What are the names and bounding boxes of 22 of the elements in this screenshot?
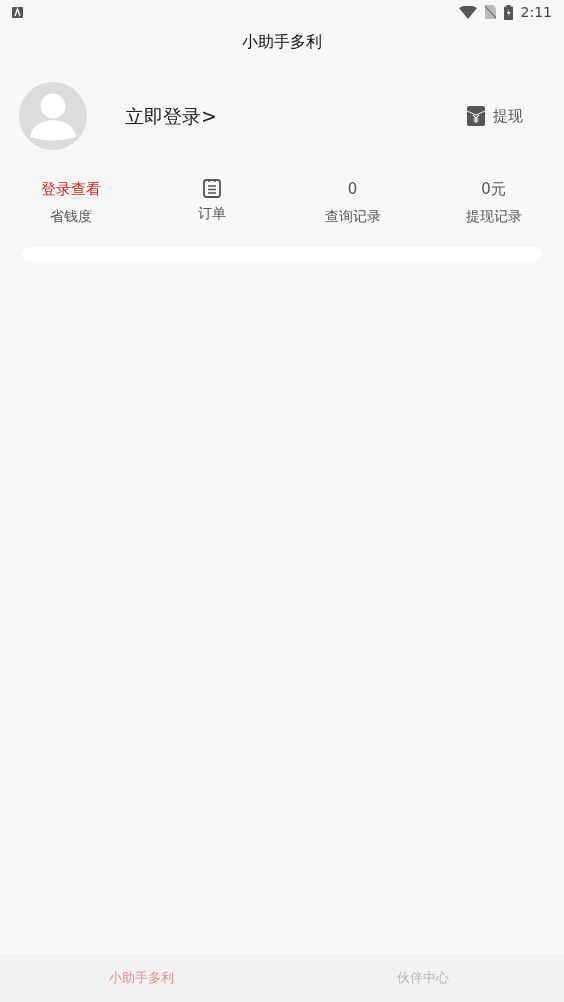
- stat-value: 0: [347, 179, 358, 200]
- clipboard-icon: [202, 178, 221, 198]
- withdraw-button[interactable]: 提现: [467, 104, 523, 128]
- no-sim-icon: [484, 5, 496, 19]
- stat-item[interactable]: 订单: [141, 178, 282, 227]
- login-link[interactable]: 立即登录>: [125, 101, 217, 131]
- stat-label: 提现记录: [465, 206, 522, 226]
- stat-value: 登录查看: [40, 179, 101, 200]
- wallet-icon: [467, 106, 485, 126]
- stat-label: 省钱度: [49, 206, 92, 226]
- battery-icon: [503, 4, 513, 20]
- stat-item[interactable]: 登录查看 省钱度: [0, 178, 141, 227]
- stat-item[interactable]: 0 查询记录: [282, 178, 423, 227]
- page-title: 小助手多利: [242, 31, 322, 53]
- stat-value: 0元: [481, 179, 506, 200]
- notification-icon: [12, 6, 23, 18]
- avatar-icon: [19, 82, 87, 150]
- stat-item[interactable]: 0元 提现记录: [423, 178, 564, 227]
- stat-label: 查询记录: [324, 206, 381, 226]
- status-time: 2:11: [520, 2, 552, 22]
- stat-label: 订单: [197, 204, 226, 223]
- wifi-icon: [458, 5, 477, 19]
